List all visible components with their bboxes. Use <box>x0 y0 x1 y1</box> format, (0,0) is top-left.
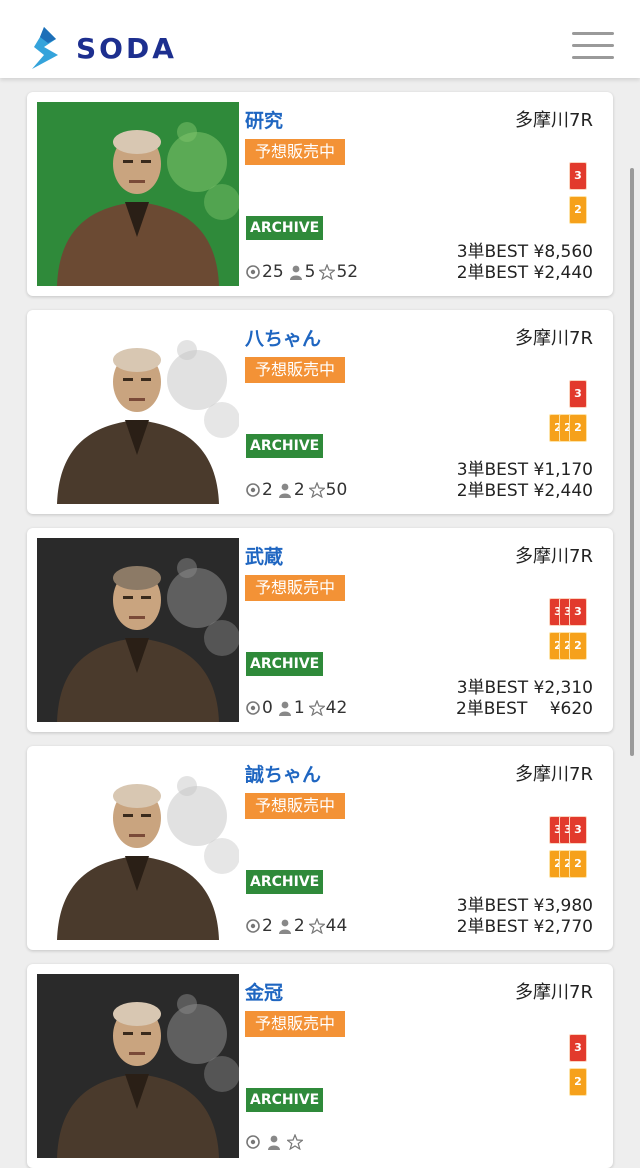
hit-icon <box>246 265 260 279</box>
predictor-name[interactable]: 誠ちゃん <box>245 760 321 787</box>
predictor-card[interactable]: 誠ちゃん 予想販売中 ARCHIVE 2 2 44 多摩川7R 3 3 3 2 … <box>27 746 613 950</box>
favorite-count: 50 <box>325 480 348 500</box>
exacta-ticket-icon: 2 <box>569 1068 587 1096</box>
bet-tickets: 32 <box>539 1034 599 1104</box>
best-payouts: 3単BEST ¥2,310 2単BEST ¥620 <box>456 678 593 720</box>
logo-bolt-icon <box>32 27 58 69</box>
bet-tickets: 32 <box>539 162 599 232</box>
race-venue: 多摩川7R <box>515 328 593 349</box>
star-icon <box>319 264 336 280</box>
predictor-stats: 0 1 42 <box>245 698 351 718</box>
archive-button[interactable]: ARCHIVE <box>246 1088 324 1112</box>
star-icon <box>308 700 325 716</box>
race-venue: 多摩川7R <box>515 546 593 567</box>
predictor-card[interactable]: 武蔵 予想販売中 ARCHIVE 0 1 42 多摩川7R 3 3 3 2 2 … <box>27 528 613 732</box>
soda-logo[interactable]: SODA <box>26 24 177 72</box>
on-sale-badge: 予想販売中 <box>245 139 345 165</box>
archive-button[interactable]: ARCHIVE <box>246 870 324 894</box>
predictor-name[interactable]: 八ちゃん <box>245 324 321 351</box>
follower-count: 2 <box>293 480 305 500</box>
race-venue: 多摩川7R <box>515 110 593 131</box>
on-sale-badge: 予想販売中 <box>245 357 345 383</box>
predictor-card[interactable]: 八ちゃん 予想販売中 ARCHIVE 2 2 50 多摩川7R 3 2 2 2 … <box>27 310 613 514</box>
predictor-photo <box>37 974 239 1158</box>
trifecta-ticket-icon: 3 <box>569 1034 587 1062</box>
follower-count: 1 <box>293 698 305 718</box>
predictor-card[interactable]: 研究 予想販売中 ARCHIVE 25 5 52 多摩川7R 3 2 3単BES… <box>27 92 613 296</box>
scrollbar[interactable] <box>630 168 634 756</box>
best-payouts: 3単BEST ¥1,170 2単BEST ¥2,440 <box>457 460 593 502</box>
predictor-stats: 2 2 44 <box>245 916 351 936</box>
predictor-stats: 25 5 52 <box>245 262 362 282</box>
person-icon <box>289 265 302 280</box>
person-icon <box>278 701 291 716</box>
on-sale-badge: 予想販売中 <box>245 793 345 819</box>
exacta-best: 2単BEST ¥2,440 <box>456 263 593 283</box>
favorite-count: 44 <box>325 916 348 936</box>
hit-icon <box>246 701 260 715</box>
predictor-name[interactable]: 武蔵 <box>245 542 283 569</box>
star-icon <box>308 482 325 498</box>
race-venue: 多摩川7R <box>515 764 593 785</box>
hit-count: 2 <box>262 916 273 936</box>
person-icon <box>268 1135 280 1150</box>
trifecta-ticket-icon: 3 <box>569 816 587 844</box>
hit-icon <box>246 483 260 497</box>
best-payouts: 3単BEST ¥8,560 2単BEST ¥2,440 <box>457 242 593 284</box>
race-venue: 多摩川7R <box>515 982 593 1003</box>
star-icon <box>287 1134 303 1150</box>
exacta-best: 2単BEST ¥620 <box>455 699 593 719</box>
hit-count: 0 <box>262 698 273 718</box>
best-payouts: 3単BEST ¥3,980 2単BEST ¥2,770 <box>457 896 593 938</box>
trifecta-best: 3単BEST ¥2,310 <box>456 678 593 698</box>
follower-count: 5 <box>304 262 316 282</box>
trifecta-best: 3単BEST ¥1,170 <box>456 460 593 480</box>
bet-tickets: 333222 <box>539 816 599 886</box>
trifecta-best: 3単BEST ¥3,980 <box>456 896 593 916</box>
trifecta-ticket-icon: 3 <box>569 598 587 626</box>
exacta-ticket-icon: 2 <box>569 632 587 660</box>
hit-count: 2 <box>262 480 273 500</box>
hit-icon <box>246 1135 260 1149</box>
star-icon <box>308 918 325 934</box>
person-icon <box>278 919 291 934</box>
predictor-photo <box>37 102 239 286</box>
exacta-best: 2単BEST ¥2,770 <box>456 917 593 937</box>
on-sale-badge: 予想販売中 <box>245 1011 345 1037</box>
predictor-stats: 2 2 50 <box>245 480 351 500</box>
hamburger-menu-icon[interactable] <box>572 32 614 62</box>
follower-count: 2 <box>293 916 305 936</box>
exacta-best: 2単BEST ¥2,440 <box>456 481 593 501</box>
bet-tickets: 333222 <box>539 598 599 668</box>
predictor-photo <box>37 756 239 940</box>
exacta-ticket-icon: 2 <box>569 414 587 442</box>
predictor-name[interactable]: 研究 <box>245 106 283 133</box>
predictor-name[interactable]: 金冠 <box>245 978 283 1005</box>
hit-count: 25 <box>262 262 284 282</box>
app-header: SODA <box>0 0 640 78</box>
logo-text: SODA <box>76 31 177 65</box>
predictor-card[interactable]: 金冠 予想販売中 ARCHIVE 多摩川7R 3 2 <box>27 964 613 1168</box>
archive-button[interactable]: ARCHIVE <box>246 652 324 676</box>
person-icon <box>278 483 291 498</box>
predictor-stats <box>245 1134 308 1150</box>
archive-button[interactable]: ARCHIVE <box>246 216 324 240</box>
hit-icon <box>246 919 260 933</box>
trifecta-best: 3単BEST ¥8,560 <box>456 242 593 262</box>
on-sale-badge: 予想販売中 <box>245 575 345 601</box>
trifecta-ticket-icon: 3 <box>569 162 587 190</box>
favorite-count: 42 <box>325 698 348 718</box>
trifecta-ticket-icon: 3 <box>569 380 587 408</box>
predictor-photo <box>37 538 239 722</box>
favorite-count: 52 <box>336 262 359 282</box>
exacta-ticket-icon: 2 <box>569 196 587 224</box>
archive-button[interactable]: ARCHIVE <box>246 434 324 458</box>
exacta-ticket-icon: 2 <box>569 850 587 878</box>
bet-tickets: 3222 <box>539 380 599 450</box>
predictor-photo <box>37 320 239 504</box>
